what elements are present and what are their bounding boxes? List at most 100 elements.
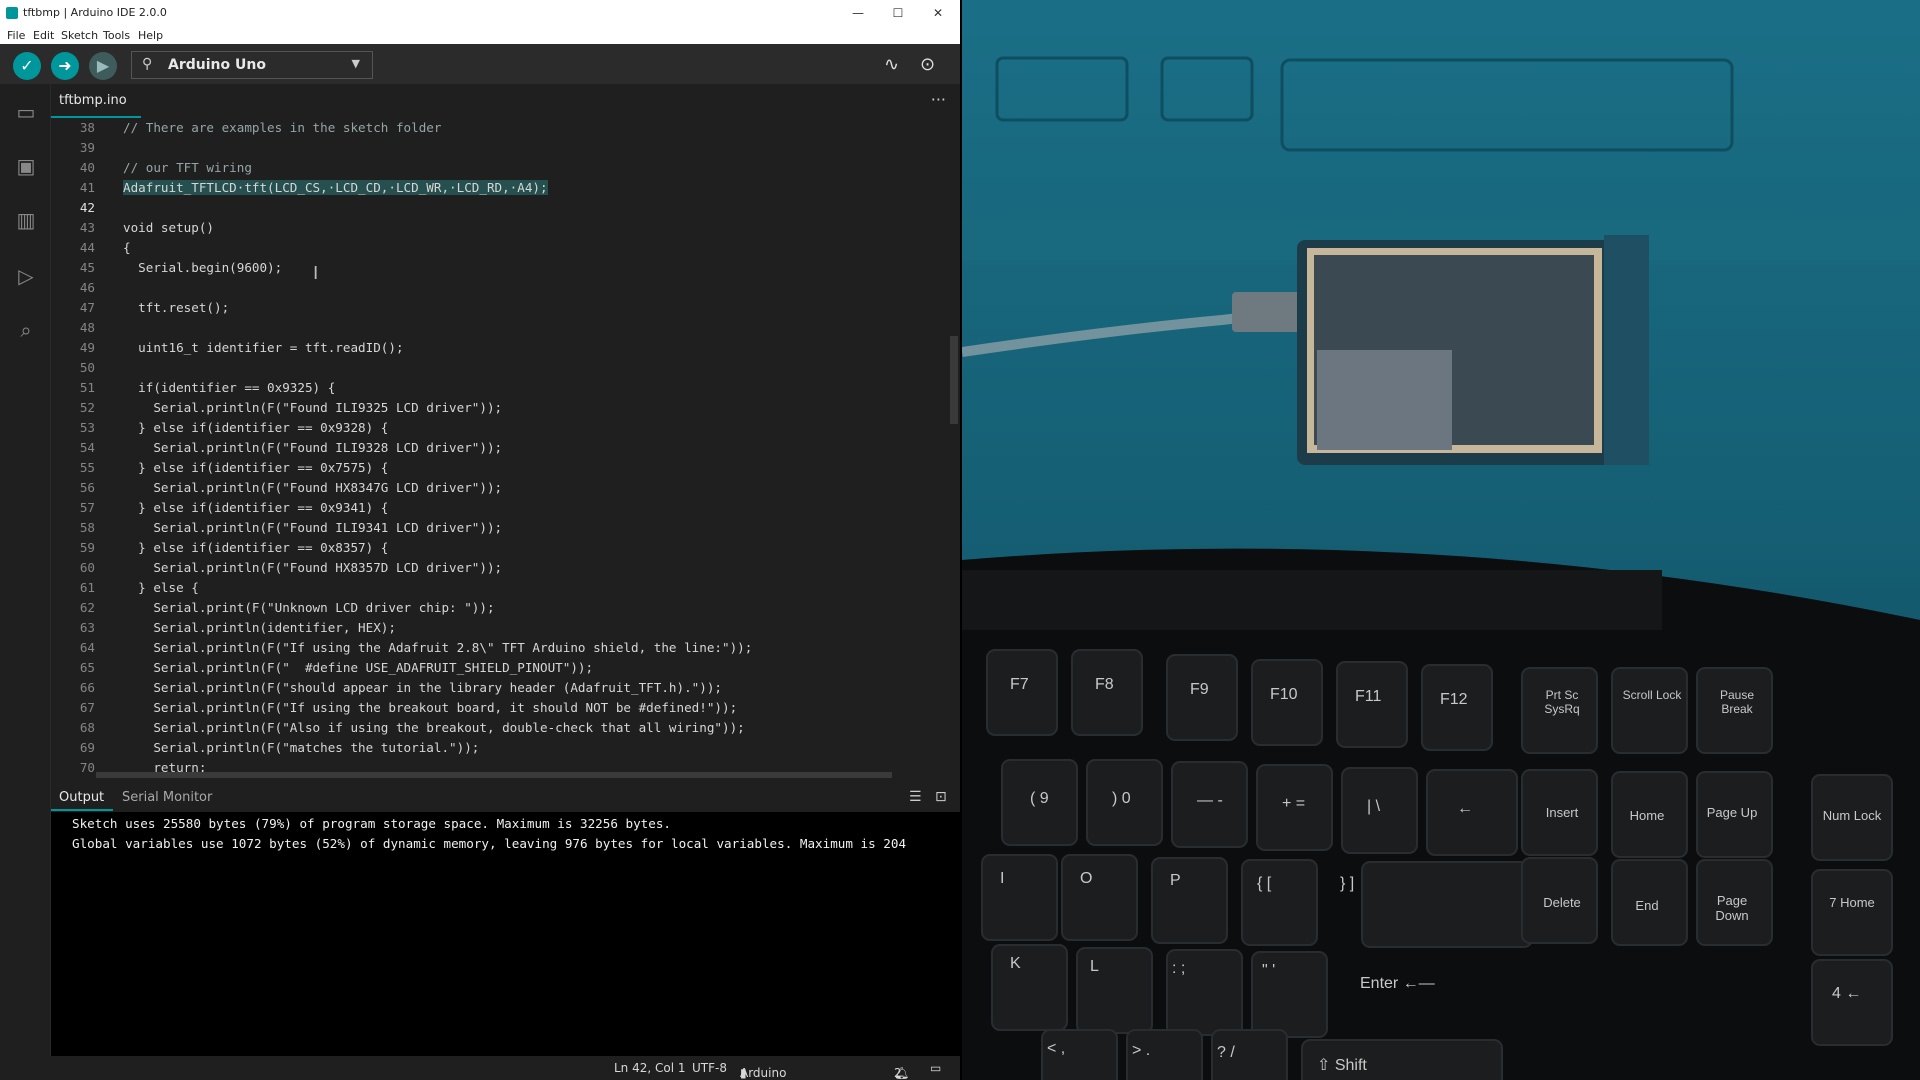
key-f12: F12 [1440,691,1468,708]
clear-output-icon[interactable]: ☰ [909,789,922,805]
lock-icon[interactable]: ⊡ [935,789,947,805]
key-k: K [1010,955,1021,972]
code-text: { [123,240,131,255]
line-number: 70 [79,760,95,775]
code-text: } else if(identifier == 0x9341) { [123,500,389,515]
close-button[interactable]: ✕ [918,0,958,26]
toggle-panel-icon[interactable]: ▭ [930,1061,941,1075]
line-number: 69 [79,740,95,755]
more-options-icon[interactable]: ··· [931,90,946,109]
text-cursor-icon: I [313,263,319,284]
maximize-button[interactable]: ☐ [878,0,918,26]
key-home: Home [1629,808,1665,823]
code-line: 43 void setup() [51,218,960,238]
minimize-button[interactable]: — [838,0,878,26]
code-text: Serial.println(F("Found ILI9341 LCD driv… [123,520,503,535]
line-number: 51 [79,380,95,395]
cursor-position[interactable]: Ln 42, Col 1 [614,1061,686,1075]
serial-plotter-icon[interactable]: ∿ [884,54,899,75]
menu-help[interactable]: Help [138,29,163,42]
line-number: 61 [79,580,95,595]
line-number: 59 [79,540,95,555]
code-line: 41 Adafruit_TFTLCD·tft(LCD_CS,·LCD_CD,·LC… [51,178,960,198]
line-number: 57 [79,500,95,515]
status-bar: Ln 42, Col 1 UTF-8 ▮ Arduino Uno on COM3… [0,1056,960,1080]
line-number: 53 [79,420,95,435]
folder-icon[interactable]: ▭ [12,98,40,126]
active-tab-indicator [51,809,113,811]
code-line: 65 Serial.println(F(" #define USE_ADAFRU… [51,658,960,678]
code-line: 46 [51,278,960,298]
key-end: End [1635,898,1659,913]
boards-manager-icon[interactable]: ▣ [12,152,40,180]
vertical-scrollbar[interactable] [950,336,958,424]
code-text: Serial.println(F(" #define USE_ADAFRUIT_… [123,660,594,675]
tab-tftbmp[interactable]: tftbmp.ino [51,84,141,118]
menu-file[interactable]: File [7,29,25,42]
chevron-down-icon: ▼ [351,57,360,70]
code-text: Serial.println(F("Found ILI9325 LCD driv… [123,400,503,415]
line-number: 44 [79,240,95,255]
menu-bar: File Edit Sketch Tools Help [0,26,960,44]
search-icon[interactable]: ⌕ [12,316,40,344]
line-number: 62 [79,600,95,615]
code-text: Serial.println(F("Found HX8357D LCD driv… [123,560,503,575]
line-number: 40 [79,160,95,175]
code-line: 52 Serial.println(F("Found ILI9325 LCD d… [51,398,960,418]
code-line: 56 Serial.println(F("Found HX8347G LCD d… [51,478,960,498]
code-text: Serial.println(F("matches the tutorial."… [123,740,480,755]
code-line: 50 [51,358,960,378]
key-o: O [1080,870,1093,887]
tab-output[interactable]: Output [59,790,104,805]
debug-icon[interactable]: ▷ [12,262,40,290]
menu-edit[interactable]: Edit [33,29,54,42]
key-page-down: Page Down [1715,893,1749,923]
board-selector[interactable]: ⚲ Arduino Uno ▼ [131,51,373,79]
code-line: 44 { [51,238,960,258]
code-line: 59 } else if(identifier == 0x8357) { [51,538,960,558]
verify-button[interactable]: ✓ [13,52,41,80]
key-7-home: 7 Home [1829,895,1875,910]
code-line: 67 Serial.println(F("If using the breako… [51,698,960,718]
menu-tools[interactable]: Tools [103,29,130,42]
code-line: 63 Serial.println(identifier, HEX); [51,618,960,638]
serial-monitor-icon[interactable]: ⊙ [920,54,935,75]
key-num-lock: Num Lock [1822,808,1882,823]
line-number: 49 [79,340,95,355]
debug-button[interactable]: ▶ [89,52,117,80]
activity-sidebar: ▭ ▣ ▥ ▷ ⌕ [0,84,51,1080]
key-page-up: Page Up [1706,805,1758,820]
code-editor[interactable]: 38 // There are examples in the sketch fo… [51,118,960,778]
key-shift: ⇧ Shift [1317,1057,1367,1074]
horizontal-scrollbar[interactable] [96,772,892,778]
board-port-label: Arduino Uno on COM3 [740,1066,787,1080]
code-line: 57 } else if(identifier == 0x9341) { [51,498,960,518]
key-f10: F10 [1270,686,1298,703]
code-text: Serial.println(F("should appear in the l… [123,680,722,695]
code-text: Serial.print(F("Unknown LCD driver chip:… [123,600,495,615]
line-number: 54 [79,440,95,455]
arduino-app-icon [6,7,18,19]
key-semicolon: : ; [1172,960,1186,977]
upload-button[interactable]: ➜ [51,52,79,80]
tab-serial-monitor[interactable]: Serial Monitor [122,790,212,805]
library-manager-icon[interactable]: ▥ [12,206,40,234]
key-period: > . [1132,1042,1151,1059]
code-text: } else if(identifier == 0x8357) { [123,540,389,555]
board-name: Arduino Uno [168,57,266,73]
code-line: 47 tft.reset(); [51,298,960,318]
output-line: Sketch uses 25580 bytes (79%) of program… [72,816,671,831]
line-number: 55 [79,460,95,475]
menu-sketch[interactable]: Sketch [61,29,98,42]
code-line: 64 Serial.println(F("If using the Adafru… [51,638,960,658]
code-line: 68 Serial.println(F("Also if using the b… [51,718,960,738]
line-number: 41 [79,180,95,195]
key-f8: F8 [1095,676,1114,693]
line-number: 52 [79,400,95,415]
code-line: 48 [51,318,960,338]
code-line: 38 // There are examples in the sketch fo… [51,118,960,138]
title-bar: tftbmp | Arduino IDE 2.0.0 — ☐ ✕ [0,0,960,26]
code-line: 54 Serial.println(F("Found ILI9328 LCD d… [51,438,960,458]
line-number: 60 [79,560,95,575]
key-delete: Delete [1543,895,1581,910]
